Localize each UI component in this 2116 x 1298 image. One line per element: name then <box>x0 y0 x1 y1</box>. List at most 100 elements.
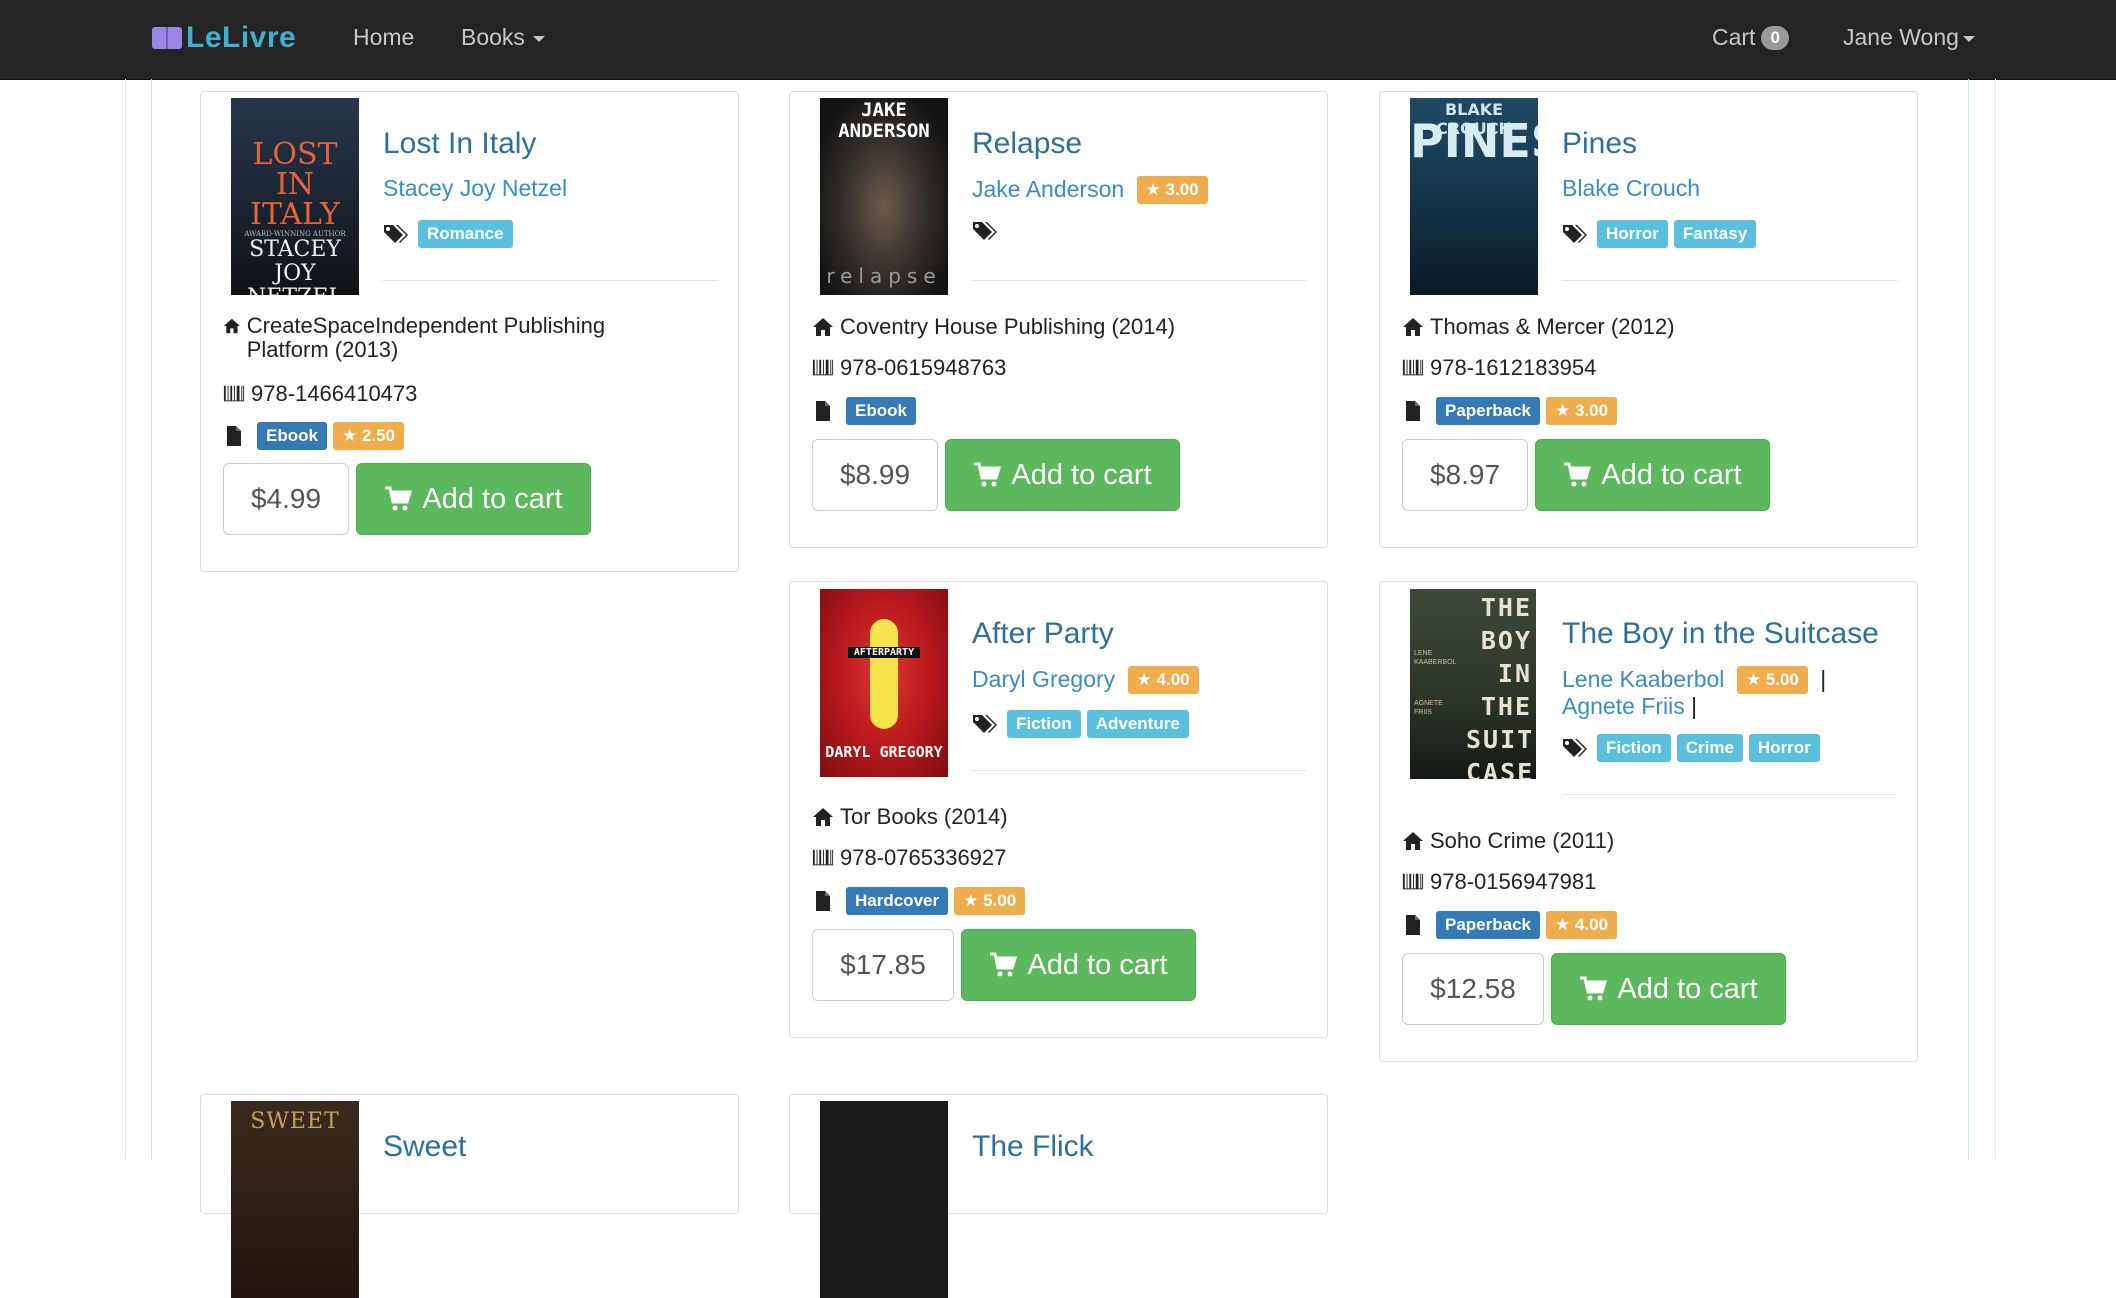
add-to-cart-button[interactable]: Add to cart <box>356 463 591 535</box>
home-icon <box>812 806 834 828</box>
chevron-down-icon <box>532 35 545 42</box>
price-box: $17.85 <box>812 929 954 1001</box>
rating-badge: ★ 4.00 <box>1546 911 1618 939</box>
book-card: JAKE ANDERSON relapse Relapse Jake Ander… <box>789 91 1328 548</box>
add-to-cart-button[interactable]: Add to cart <box>1535 439 1770 511</box>
tags-icon <box>383 223 411 245</box>
book-authors: Lene Kaaberbol ★ 5.00 | Agnete Friis | <box>1562 666 1902 719</box>
book-cover: SWEET <box>231 1101 359 1298</box>
author-link[interactable]: Jake Anderson <box>972 176 1124 202</box>
book-cover: BLAKE CROUCH PINES <box>1410 98 1538 295</box>
tags-icon <box>972 220 1000 242</box>
user-menu-dropdown[interactable]: Jane Wong <box>1843 24 1975 51</box>
author-link[interactable]: Blake Crouch <box>1562 175 1700 201</box>
format-badge: Paperback <box>1436 397 1540 425</box>
isbn-text: 978-0156947981 <box>1430 869 1597 894</box>
book-title[interactable]: The Flick <box>972 1130 1094 1164</box>
tag-list: Fiction Crime Horror <box>1562 734 1826 762</box>
book-title[interactable]: Relapse <box>972 127 1082 161</box>
tag-badge[interactable]: Crime <box>1676 734 1743 762</box>
tag-list: Fiction Adventure <box>972 710 1195 738</box>
author-link[interactable]: Stacey Joy Netzel <box>383 175 567 201</box>
tag-badge[interactable]: Fantasy <box>1673 220 1757 248</box>
book-title[interactable]: The Boy in the Suitcase <box>1562 617 1879 651</box>
user-name: Jane Wong <box>1843 24 1959 50</box>
barcode-icon <box>812 357 834 379</box>
price-box: $4.99 <box>223 463 349 535</box>
container-edge-left <box>125 79 126 1160</box>
tag-list: Horror Fantasy <box>1562 220 1762 248</box>
tag-badge[interactable]: Romance <box>418 220 513 248</box>
publisher-text: Tor Books (2014) <box>840 804 1008 829</box>
book-title[interactable]: Pines <box>1562 127 1637 161</box>
tag-badge[interactable]: Horror <box>1597 220 1668 248</box>
barcode-icon <box>1402 871 1424 893</box>
book-authors: Stacey Joy Netzel <box>383 176 723 201</box>
author-rating-badge: ★ 5.00 <box>1736 666 1808 694</box>
add-to-cart-button[interactable]: Add to cart <box>961 929 1196 1001</box>
book-title[interactable]: Lost In Italy <box>383 127 536 161</box>
add-to-cart-label: Add to cart <box>1011 458 1152 491</box>
book-title[interactable]: Sweet <box>383 1130 466 1164</box>
book-cover: THE BOY IN THE SUIT CASE LENE KAABERBOL … <box>1410 589 1536 779</box>
home-icon <box>1402 830 1424 852</box>
book-authors: Jake Anderson ★ 3.00 <box>972 176 1312 204</box>
cover-title-text: AFTERPARTY <box>848 647 920 658</box>
divider <box>383 280 718 281</box>
tag-badge[interactable]: Horror <box>1748 734 1820 762</box>
book-card: THE BOY IN THE SUIT CASE LENE KAABERBOL … <box>1379 581 1918 1062</box>
book-title[interactable]: After Party <box>972 617 1114 651</box>
book-cover: AFTERPARTY DARYL GREGORY <box>820 589 948 777</box>
format-badge: Ebook <box>257 422 327 450</box>
rating-badge: ★ 5.00 <box>954 887 1026 915</box>
format-line: Ebook <box>812 397 922 425</box>
cover-author-text: DARYL GREGORY <box>825 743 943 761</box>
isbn-text: 978-1612183954 <box>1430 355 1597 380</box>
barcode-icon <box>1402 357 1424 379</box>
isbn-text: 978-1466410473 <box>251 381 418 406</box>
tag-list <box>972 220 1007 242</box>
nav-cart-link[interactable]: Cart 0 <box>1712 24 1789 51</box>
publisher-line: CreateSpaceIndependent Publishing Platfo… <box>223 314 663 362</box>
price-box: $8.99 <box>812 439 938 511</box>
format-line: Ebook ★ 2.50 <box>223 422 410 450</box>
divider <box>972 770 1307 771</box>
cover-title-text: THE BOY IN THE SUIT CASE <box>1466 593 1535 779</box>
tag-badge[interactable]: Fiction <box>1597 734 1671 762</box>
add-to-cart-button[interactable]: Add to cart <box>945 439 1180 511</box>
tags-icon <box>1562 223 1590 245</box>
book-cover <box>820 1101 948 1298</box>
cover-pill-art <box>870 619 898 729</box>
shopping-cart-icon <box>1563 462 1591 488</box>
nav-books-label: Books <box>461 24 525 50</box>
publisher-text: Thomas & Mercer (2012) <box>1430 314 1675 339</box>
container-edge-right <box>1995 79 1996 1160</box>
add-to-cart-button[interactable]: Add to cart <box>1551 953 1786 1025</box>
author-link[interactable]: Agnete Friis <box>1562 693 1685 719</box>
tag-badge[interactable]: Adventure <box>1086 710 1189 738</box>
author-link[interactable]: Lene Kaaberbol <box>1562 666 1724 692</box>
shopping-cart-icon <box>1579 976 1607 1002</box>
publisher-text: Soho Crime (2011) <box>1430 828 1615 853</box>
cover-title-text: PINES <box>1410 114 1538 168</box>
divider <box>1562 280 1897 281</box>
add-to-cart-label: Add to cart <box>1601 458 1742 491</box>
brand-link[interactable]: LeLivre <box>152 18 296 58</box>
home-icon <box>812 316 834 338</box>
isbn-line: 978-1466410473 <box>223 381 417 407</box>
book-authors: Blake Crouch <box>1562 176 1902 201</box>
cover-title-text: SWEET <box>250 1109 340 1134</box>
publisher-text: CreateSpaceIndependent Publishing Platfo… <box>246 313 606 362</box>
nav-books-dropdown[interactable]: Books <box>461 24 545 51</box>
author-separator: | <box>1820 666 1827 692</box>
tags-icon <box>972 713 1000 735</box>
author-link[interactable]: Daryl Gregory <box>972 666 1115 692</box>
nav-home-link[interactable]: Home <box>353 24 414 51</box>
format-line: Hardcover ★ 5.00 <box>812 887 1031 915</box>
isbn-line: 978-0156947981 <box>1402 869 1596 895</box>
format-line: Paperback ★ 4.00 <box>1402 911 1623 939</box>
book-cover: LOST IN ITALY AWARD-WINNING AUTHOR STACE… <box>231 98 359 295</box>
tags-icon <box>1562 737 1590 759</box>
cover-title-text: relapse <box>826 264 942 288</box>
tag-badge[interactable]: Fiction <box>1007 710 1081 738</box>
